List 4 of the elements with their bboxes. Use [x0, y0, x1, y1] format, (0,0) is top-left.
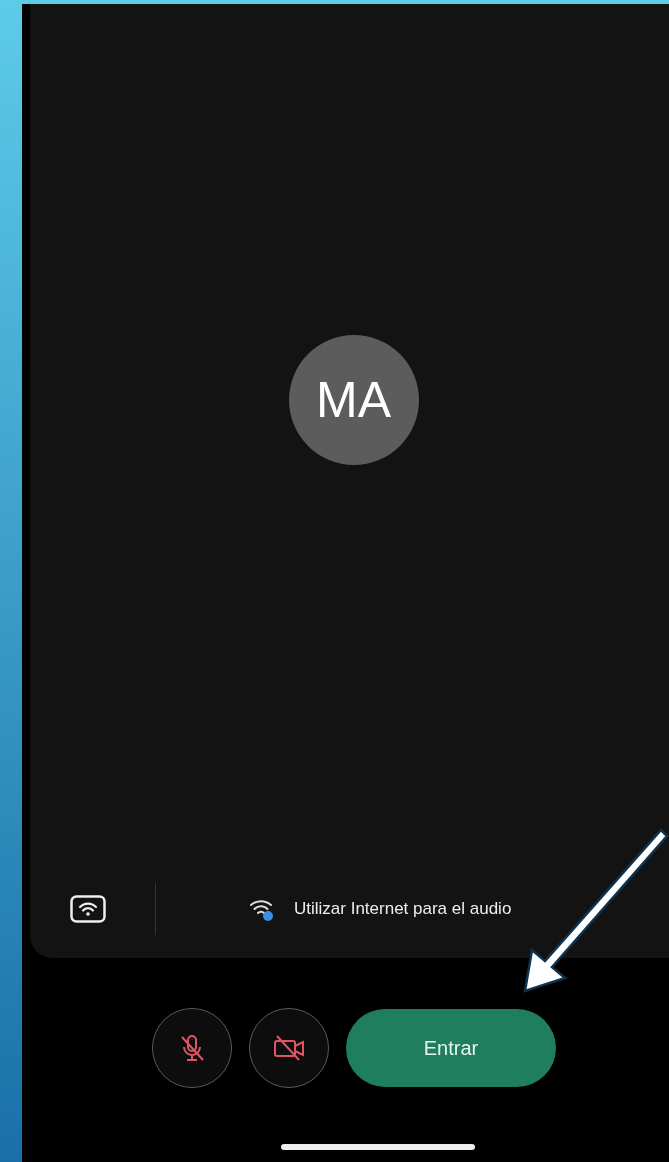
audio-option[interactable]: Utilizar Internet para el audio — [294, 899, 512, 919]
avatar: MA — [288, 335, 419, 465]
wifi-icon[interactable] — [70, 895, 106, 923]
join-button[interactable]: Entrar — [346, 1009, 556, 1087]
